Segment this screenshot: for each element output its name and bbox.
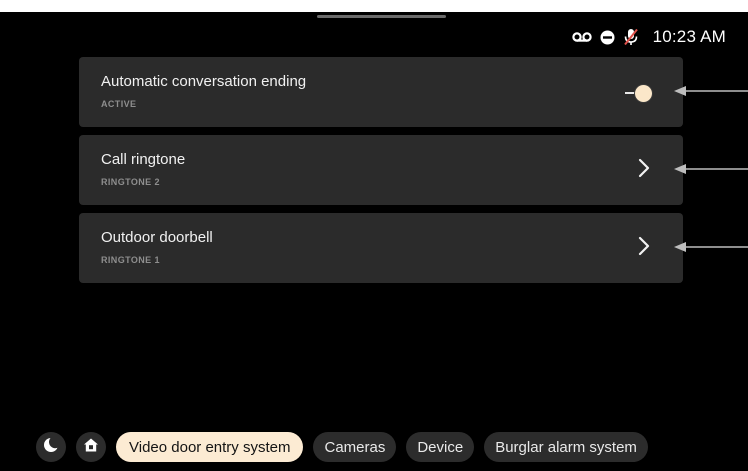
setting-call-ringtone[interactable]: Call ringtone RINGTONE 2 xyxy=(79,135,683,205)
tab-video-door-entry-system[interactable]: Video door entry system xyxy=(116,432,304,462)
tab-device[interactable]: Device xyxy=(406,432,475,462)
do-not-disturb-icon xyxy=(600,30,615,45)
setting-automatic-conversation-ending[interactable]: Automatic conversation ending ACTIVE xyxy=(79,57,683,127)
moon-icon xyxy=(43,435,62,458)
pull-down-handle[interactable] xyxy=(317,15,446,18)
top-frame xyxy=(0,0,748,12)
toggle-knob xyxy=(635,85,652,102)
home-button[interactable] xyxy=(76,432,106,462)
tab-cameras[interactable]: Cameras xyxy=(313,432,397,462)
setting-title: Outdoor doorbell xyxy=(101,229,213,246)
callout-arrow-icon xyxy=(674,242,748,252)
chevron-right-icon[interactable] xyxy=(637,157,651,184)
voicemail-icon xyxy=(571,31,592,43)
microphone-muted-icon xyxy=(623,28,639,46)
home-icon xyxy=(83,437,99,458)
status-bar: 10:23 AM xyxy=(571,26,726,48)
setting-status: ACTIVE xyxy=(101,99,137,109)
setting-outdoor-doorbell[interactable]: Outdoor doorbell RINGTONE 1 xyxy=(79,213,683,283)
chevron-right-icon[interactable] xyxy=(637,235,651,262)
auto-end-toggle[interactable] xyxy=(625,84,657,104)
tab-burglar-alarm-system[interactable]: Burglar alarm system xyxy=(484,432,648,462)
setting-title: Automatic conversation ending xyxy=(101,73,307,90)
setting-value: RINGTONE 1 xyxy=(101,255,160,265)
callout-arrow-icon xyxy=(674,86,748,96)
night-mode-button[interactable] xyxy=(36,432,66,462)
callout-arrow-icon xyxy=(674,164,748,174)
setting-value: RINGTONE 2 xyxy=(101,177,160,187)
bottom-navigation: Video door entry system Cameras Device B… xyxy=(36,432,648,462)
screen: 10:23 AM Automatic conversation ending A… xyxy=(0,12,748,471)
setting-title: Call ringtone xyxy=(101,151,186,168)
clock: 10:23 AM xyxy=(652,27,726,46)
